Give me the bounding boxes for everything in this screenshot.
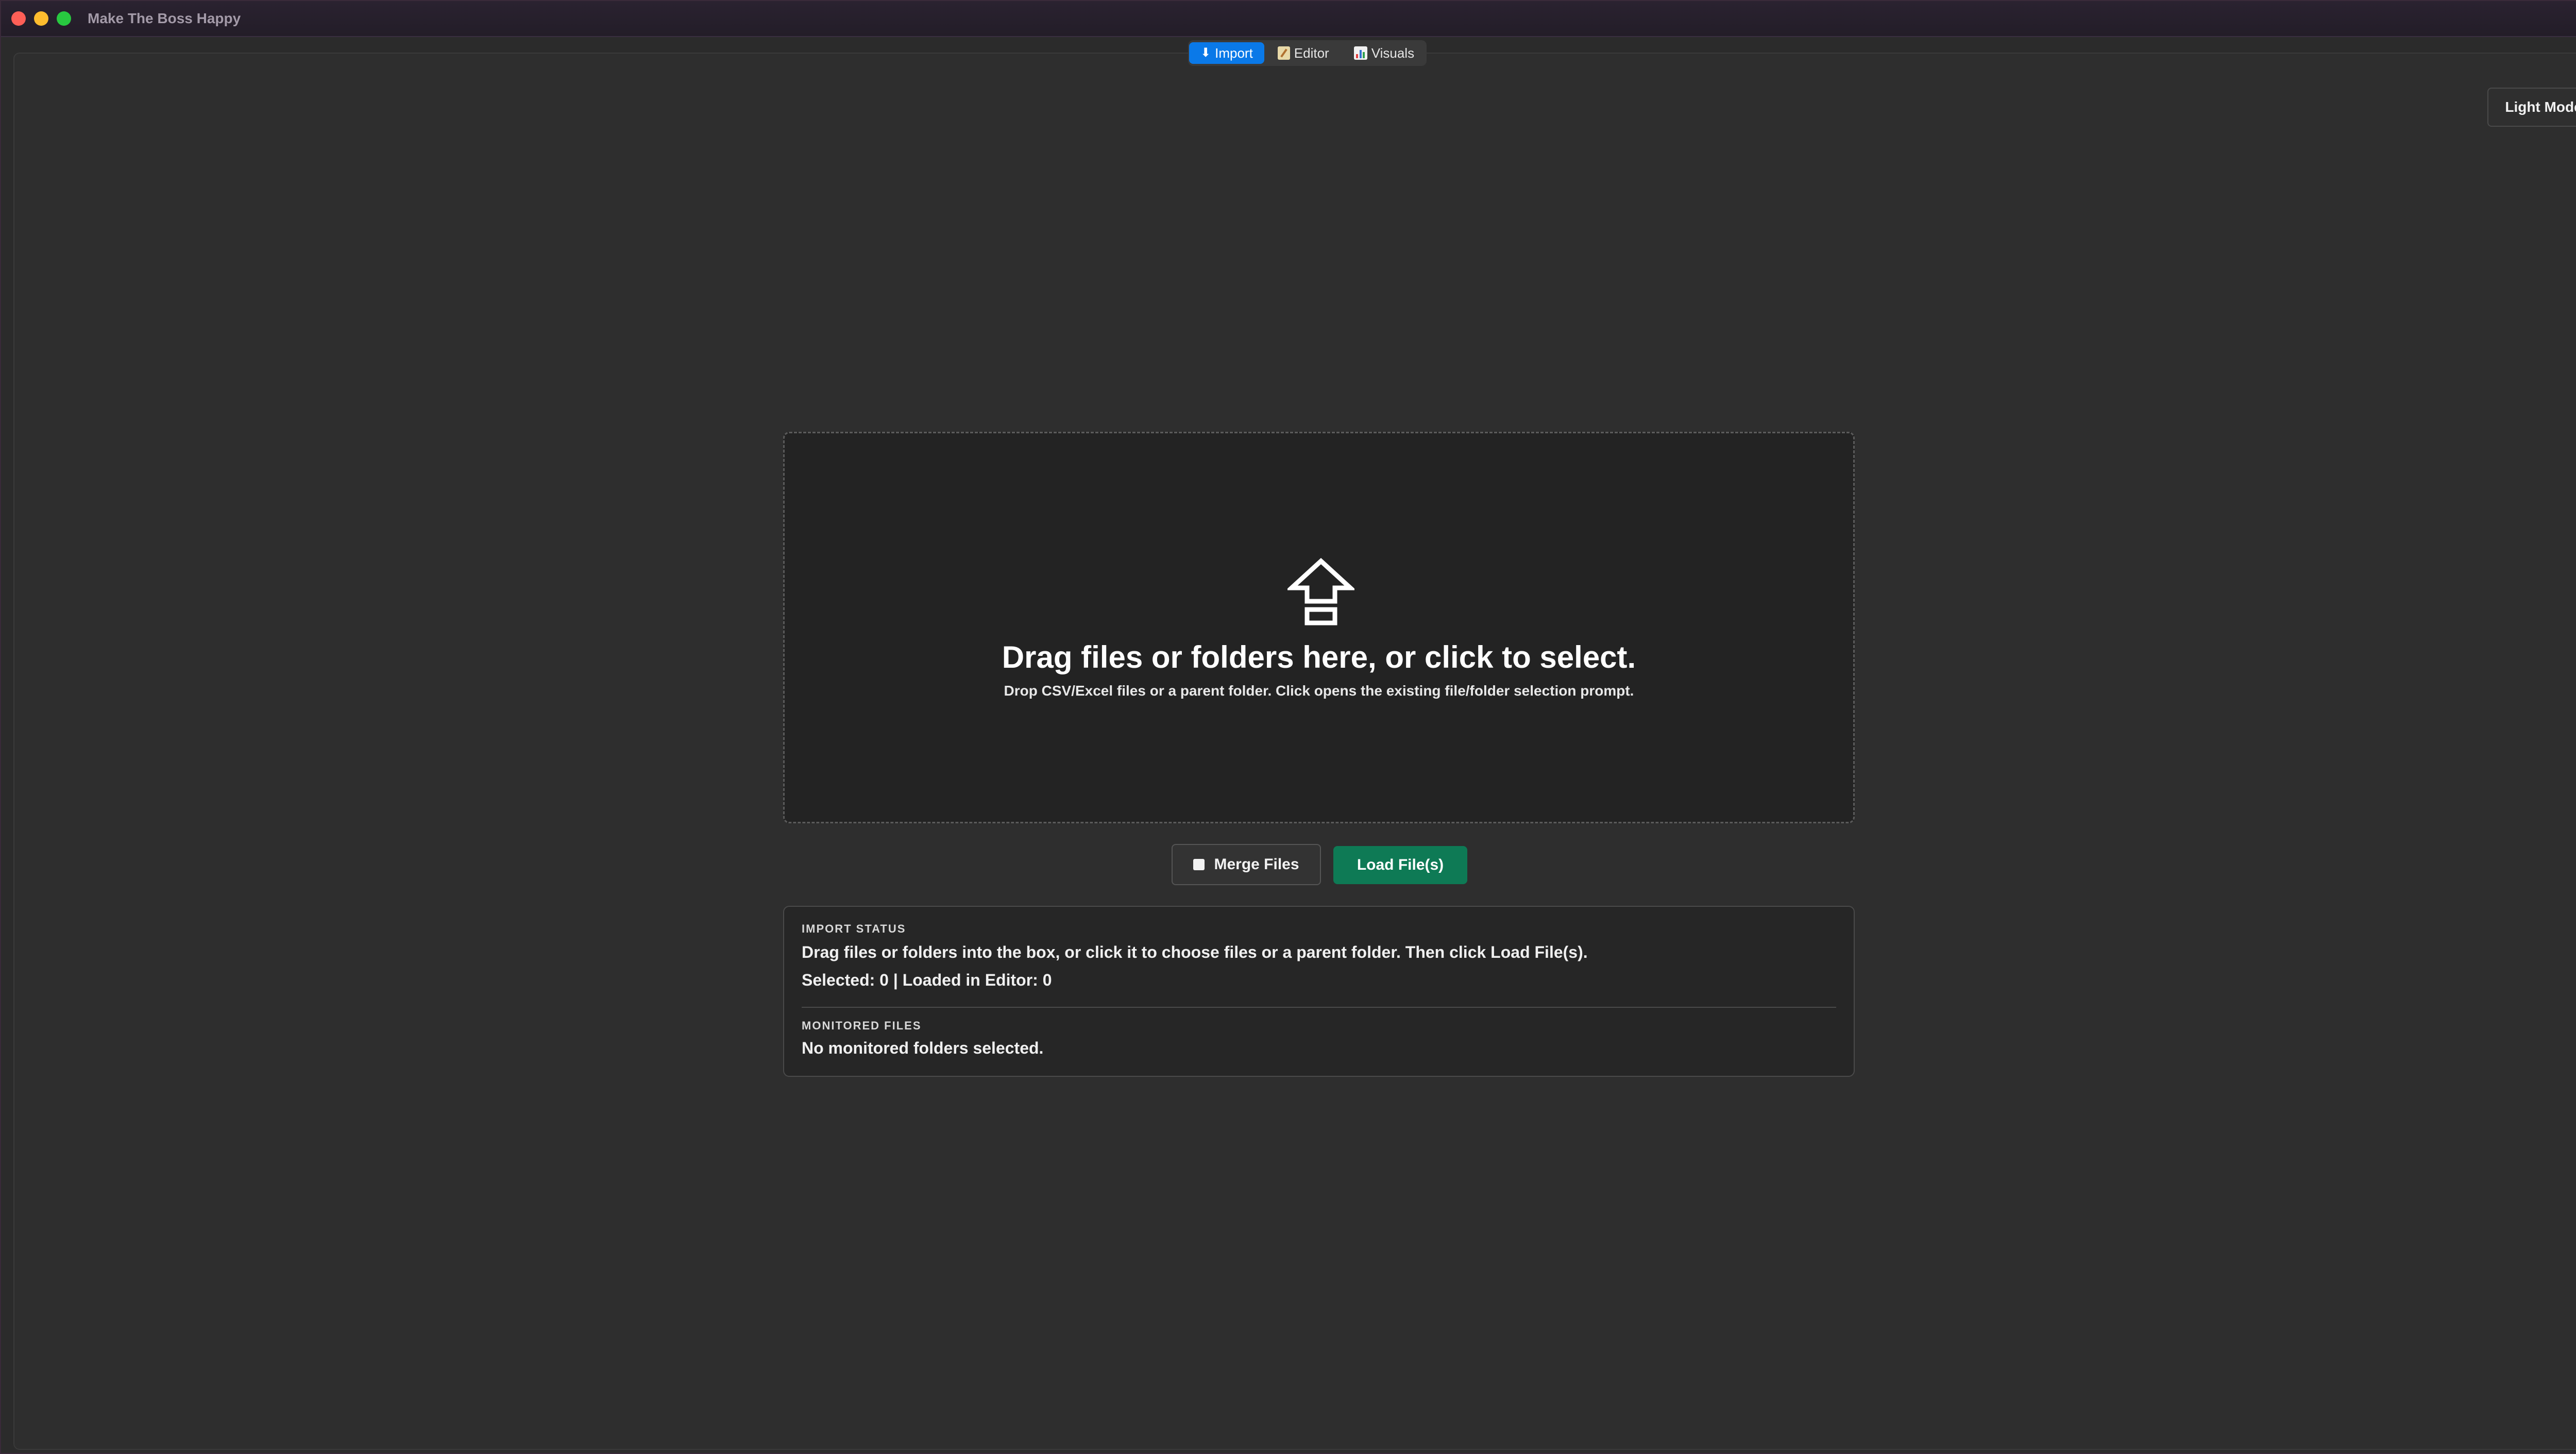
tab-visuals-label: Visuals — [1371, 45, 1415, 61]
dropzone-title: Drag files or folders here, or click to … — [1002, 640, 1636, 674]
tab-bar: ⬇ Import Editor Visuals — [1188, 40, 1427, 66]
merge-files-checkbox[interactable] — [1193, 859, 1205, 870]
dropzone-subtitle: Drop CSV/Excel files or a parent folder.… — [1004, 683, 1634, 699]
merge-files-label: Merge Files — [1214, 856, 1299, 873]
minimize-window-button[interactable] — [34, 11, 48, 26]
tab-import[interactable]: ⬇ Import — [1189, 42, 1264, 64]
monitored-files-heading: MONITORED FILES — [802, 1019, 922, 1032]
bar-chart-icon — [1353, 46, 1367, 60]
monitored-files-message: No monitored folders selected. — [802, 1039, 1044, 1057]
status-divider — [802, 1007, 1836, 1008]
upload-arrow-icon — [1287, 558, 1354, 625]
merge-files-toggle[interactable]: Merge Files — [1172, 844, 1321, 885]
tab-editor-label: Editor — [1294, 45, 1329, 61]
import-status-counts: Selected: 0 | Loaded in Editor: 0 — [802, 971, 1052, 989]
import-status-heading: IMPORT STATUS — [802, 922, 906, 935]
load-files-button[interactable]: Load File(s) — [1333, 846, 1467, 884]
tab-editor[interactable]: Editor — [1266, 42, 1341, 64]
file-dropzone[interactable]: Drag files or folders here, or click to … — [783, 432, 1855, 823]
close-window-button[interactable] — [11, 11, 26, 26]
import-status-message: Drag files or folders into the box, or c… — [802, 943, 1588, 961]
tab-import-label: Import — [1215, 45, 1253, 61]
tab-visuals[interactable]: Visuals — [1343, 42, 1426, 64]
window-title: Make The Boss Happy — [88, 10, 241, 26]
memo-icon — [1277, 46, 1290, 60]
title-bar: Make The Boss Happy — [1, 1, 2576, 37]
download-arrow-icon: ⬇ — [1200, 46, 1211, 60]
light-mode-button[interactable]: Light Mode — [2487, 88, 2576, 127]
status-panel: IMPORT STATUS Drag files or folders into… — [783, 906, 1855, 1077]
app-window: Make The Boss Happy ⬇ Import Editor Visu… — [0, 0, 2576, 1454]
maximize-window-button[interactable] — [57, 11, 71, 26]
